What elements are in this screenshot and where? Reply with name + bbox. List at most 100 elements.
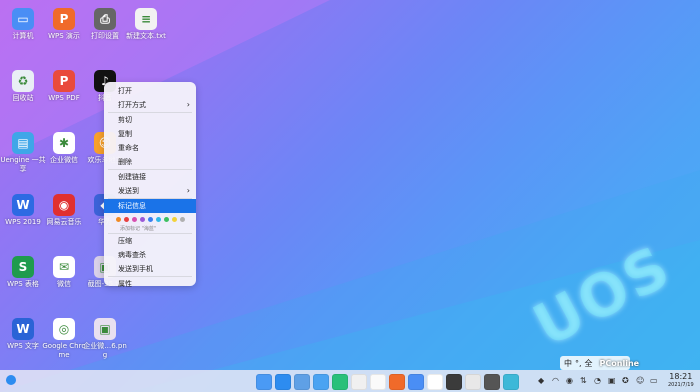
desktop-icon[interactable]: ✱ 企业微信: [41, 132, 87, 165]
desktop-icon[interactable]: ≡ 新建文本.txt: [123, 8, 169, 41]
desktop-icon[interactable]: S WPS 表格: [0, 256, 46, 289]
context-menu-item-label: 发送到手机: [118, 265, 153, 273]
desktop-icon-label: WPS 2019: [5, 218, 41, 226]
chevron-right-icon: ›: [186, 100, 190, 109]
store-icon[interactable]: [389, 374, 405, 390]
desktop-icon[interactable]: ▤ Uengine 一共享: [0, 132, 46, 174]
context-menu-item[interactable]: 属性: [104, 277, 196, 291]
battery-icon[interactable]: ▭: [650, 376, 658, 385]
tag-color-dot[interactable]: [172, 216, 177, 222]
wps-pdf-icon: P: [53, 70, 75, 92]
gallery-icon[interactable]: [313, 374, 329, 390]
tag-color-dot[interactable]: [132, 216, 137, 222]
wps-spreadsheet-icon: S: [12, 256, 34, 278]
security-icon[interactable]: ✪: [622, 376, 629, 385]
user-icon[interactable]: ☺: [636, 376, 644, 385]
tag-color-dot[interactable]: [124, 216, 129, 222]
tag-color-row: [104, 213, 196, 225]
printer-icon[interactable]: [465, 374, 481, 390]
desktop-icon-label: 微信: [57, 280, 71, 288]
context-menu-item-label: 打开方式: [118, 101, 146, 109]
desktop-icon[interactable]: W WPS 文字: [0, 318, 46, 351]
desktop-icon[interactable]: P WPS PDF: [41, 70, 87, 103]
text-file-icon: ≡: [135, 8, 157, 30]
volume-icon[interactable]: ◉: [566, 376, 573, 385]
launcher-icon[interactable]: [256, 374, 272, 390]
input-method-bar[interactable]: 中 °, 全 PConline: [560, 356, 639, 370]
context-menu-item-label: 发送到: [118, 187, 139, 195]
ime-punctuation[interactable]: °,: [575, 359, 582, 368]
desktop-icon[interactable]: ⎙ 打印设置: [82, 8, 128, 41]
bell-icon[interactable]: ◔: [594, 376, 601, 385]
tag-color-dot[interactable]: [156, 216, 161, 222]
desktop-icon-label: 网易云音乐: [46, 218, 82, 226]
desktop-icon-label: 回收站: [12, 94, 34, 102]
settings-icon[interactable]: [408, 374, 424, 390]
tag-hint: 添加标记 "海蓝": [120, 226, 157, 232]
context-menu-item-label: 病毒查杀: [118, 251, 146, 259]
video-icon[interactable]: [351, 374, 367, 390]
desktop-icon[interactable]: ▭ 计算机: [0, 8, 46, 41]
tag-color-dot[interactable]: [140, 216, 145, 222]
watermark-site: PConline: [599, 358, 640, 368]
clock[interactable]: 18:21 2021/7/19: [668, 372, 694, 390]
clock-date: 2021/7/19: [668, 382, 694, 388]
tag-color-dot[interactable]: [180, 216, 185, 222]
music-icon[interactable]: [332, 374, 348, 390]
wecom-icon: ✱: [53, 132, 75, 154]
context-menu-item[interactable]: 病毒查杀: [104, 248, 196, 262]
image-file-icon: ▣: [94, 318, 116, 340]
context-menu-item-label: 打开: [118, 87, 132, 95]
context-menu-item[interactable]: 打开方式 ›: [104, 98, 196, 112]
screenshot-icon[interactable]: [503, 374, 519, 390]
desktop-icon[interactable]: W WPS 2019: [0, 194, 46, 227]
desktop-icon[interactable]: P WPS 演示: [41, 8, 87, 41]
terminal-icon[interactable]: [446, 374, 462, 390]
network-icon[interactable]: ⇅: [580, 376, 587, 385]
context-menu-item[interactable]: 压缩: [104, 234, 196, 248]
camera-icon[interactable]: [484, 374, 500, 390]
computer-icon: ▭: [12, 8, 34, 30]
desktop-icon[interactable]: ▣ 企业微…6.png: [82, 318, 128, 360]
context-menu-item[interactable]: 发送到 ›: [104, 184, 196, 198]
context-menu-item-label: 删除: [118, 158, 132, 166]
files-icon[interactable]: [294, 374, 310, 390]
tag-color-dot[interactable]: [164, 216, 169, 222]
ime-language[interactable]: 中: [564, 358, 572, 369]
tag-color-dot[interactable]: [148, 216, 153, 222]
trash-icon: ♻: [12, 70, 34, 92]
folder-icon: ▤: [12, 132, 34, 154]
android-icon[interactable]: ◆: [538, 376, 544, 385]
context-menu: 打开 打开方式 › 剪切 复制 重命名 删除 创建链接 发送到 › 标记信息 添加标记 "海蓝" 压缩病…: [104, 82, 196, 288]
context-menu-item-label: 压缩: [118, 237, 132, 245]
context-menu-item-label: 标记信息: [118, 202, 146, 210]
context-menu-item[interactable]: 打开: [104, 84, 196, 98]
context-menu-item[interactable]: 删除: [104, 155, 196, 169]
desktop-icon[interactable]: ◉ 网易云音乐: [41, 194, 87, 227]
launcher-button[interactable]: [6, 375, 16, 385]
context-menu-item[interactable]: 重命名: [104, 141, 196, 155]
wechat-icon: ✉: [53, 256, 75, 278]
ime-fullwidth[interactable]: 全: [585, 358, 593, 369]
chrome-icon[interactable]: [427, 374, 443, 390]
desktop-icon[interactable]: ◎ Google Chrome: [41, 318, 87, 360]
desktop-icon[interactable]: ♻ 回收站: [0, 70, 46, 103]
netease-music-icon: ◉: [53, 194, 75, 216]
desktop-icon[interactable]: ✉ 微信: [41, 256, 87, 289]
notification-icon[interactable]: ▣: [608, 376, 616, 385]
context-menu-item[interactable]: 标记信息: [104, 199, 196, 213]
wifi-icon[interactable]: ◠: [552, 376, 559, 385]
context-menu-item[interactable]: 发送到手机: [104, 262, 196, 276]
context-menu-item-label: 剪切: [118, 116, 132, 124]
desktop-icon-label: WPS 表格: [7, 280, 39, 288]
desktop-icon-label: WPS PDF: [48, 94, 80, 102]
tag-color-dot[interactable]: [116, 216, 121, 222]
desktop-icon-label: Google Chrome: [42, 342, 86, 359]
context-menu-item[interactable]: 创建链接: [104, 170, 196, 184]
context-menu-item-label: 创建链接: [118, 173, 146, 181]
browser-icon[interactable]: [275, 374, 291, 390]
context-menu-item[interactable]: 剪切: [104, 113, 196, 127]
calendar-icon[interactable]: [370, 374, 386, 390]
taskbar-dock: 18:21 2021/7/19 ◆ ◠ ◉ ⇅ ◔ ▣ ✪ ☺ ▭: [0, 370, 700, 392]
context-menu-item[interactable]: 复制: [104, 127, 196, 141]
